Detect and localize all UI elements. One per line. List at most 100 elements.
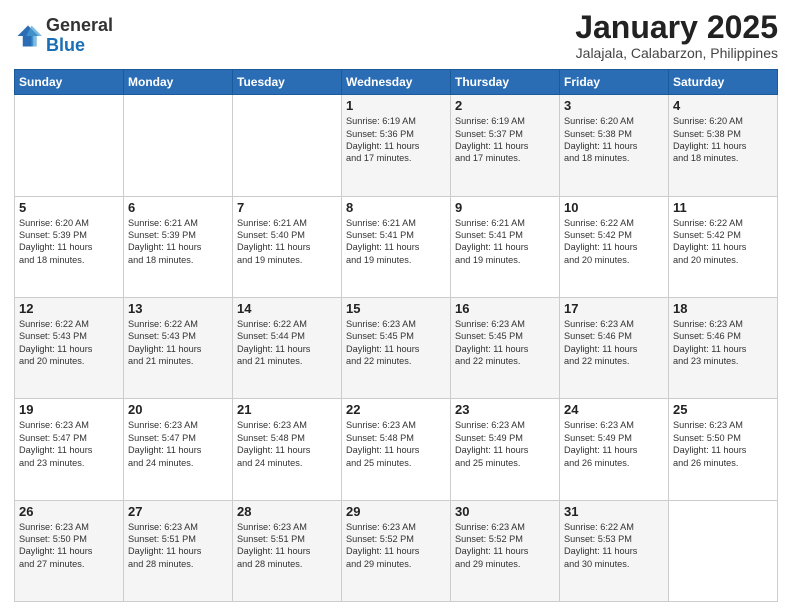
calendar-cell: 26 Sunrise: 6:23 AM Sunset: 5:50 PM Dayli… bbox=[15, 500, 124, 601]
calendar-cell: 6 Sunrise: 6:21 AM Sunset: 5:39 PM Daylig… bbox=[124, 196, 233, 297]
calendar-cell: 15Sunrise: 6:23 AM Sunset: 5:45 PM Dayli… bbox=[342, 297, 451, 398]
day-number: 12 bbox=[19, 301, 119, 316]
day-number: 26 bbox=[19, 504, 119, 519]
cell-text: Sunrise: 6:23 AM Sunset: 5:47 PM Dayligh… bbox=[128, 419, 228, 469]
logo: General Blue bbox=[14, 16, 113, 56]
day-number: 5 bbox=[19, 200, 119, 215]
col-saturday: Saturday bbox=[669, 70, 778, 95]
cell-text: Sunrise: 6:23 AM Sunset: 5:51 PM Dayligh… bbox=[128, 521, 228, 571]
col-wednesday: Wednesday bbox=[342, 70, 451, 95]
calendar-cell: 31 Sunrise: 6:22 AM Sunset: 5:53 PM Dayli… bbox=[560, 500, 669, 601]
day-number: 7 bbox=[237, 200, 337, 215]
cell-text: Sunrise: 6:22 AM Sunset: 5:42 PM Dayligh… bbox=[673, 217, 773, 267]
cell-text: Sunrise: 6:23 AM Sunset: 5:47 PM Dayligh… bbox=[19, 419, 119, 469]
day-number: 30 bbox=[455, 504, 555, 519]
logo-icon bbox=[14, 22, 42, 50]
col-monday: Monday bbox=[124, 70, 233, 95]
day-number: 13 bbox=[128, 301, 228, 316]
cell-text: Sunrise: 6:22 AM Sunset: 5:44 PM Dayligh… bbox=[237, 318, 337, 368]
cell-text: Sunrise: 6:21 AM Sunset: 5:40 PM Dayligh… bbox=[237, 217, 337, 267]
day-number: 29 bbox=[346, 504, 446, 519]
calendar: Sunday Monday Tuesday Wednesday Thursday… bbox=[14, 69, 778, 602]
cell-text: Sunrise: 6:20 AM Sunset: 5:38 PM Dayligh… bbox=[673, 115, 773, 165]
month-title: January 2025 bbox=[575, 10, 778, 45]
day-number: 19 bbox=[19, 402, 119, 417]
day-number: 17 bbox=[564, 301, 664, 316]
col-sunday: Sunday bbox=[15, 70, 124, 95]
day-number: 3 bbox=[564, 98, 664, 113]
calendar-cell: 21Sunrise: 6:23 AM Sunset: 5:48 PM Dayli… bbox=[233, 399, 342, 500]
subtitle: Jalajala, Calabarzon, Philippines bbox=[575, 45, 778, 61]
calendar-cell: 4 Sunrise: 6:20 AM Sunset: 5:38 PM Daylig… bbox=[669, 95, 778, 196]
calendar-cell: 19 Sunrise: 6:23 AM Sunset: 5:47 PM Dayli… bbox=[15, 399, 124, 500]
calendar-cell: 2 Sunrise: 6:19 AM Sunset: 5:37 PM Daylig… bbox=[451, 95, 560, 196]
calendar-cell: 16Sunrise: 6:23 AM Sunset: 5:45 PM Dayli… bbox=[451, 297, 560, 398]
day-number: 22 bbox=[346, 402, 446, 417]
calendar-cell: 22 Sunrise: 6:23 AM Sunset: 5:48 PM Dayli… bbox=[342, 399, 451, 500]
cell-text: Sunrise: 6:19 AM Sunset: 5:37 PM Dayligh… bbox=[455, 115, 555, 165]
day-number: 11 bbox=[673, 200, 773, 215]
cell-text: Sunrise: 6:23 AM Sunset: 5:51 PM Dayligh… bbox=[237, 521, 337, 571]
calendar-cell: 20 Sunrise: 6:23 AM Sunset: 5:47 PM Dayli… bbox=[124, 399, 233, 500]
calendar-cell: 17Sunrise: 6:23 AM Sunset: 5:46 PM Dayli… bbox=[560, 297, 669, 398]
cell-text: Sunrise: 6:21 AM Sunset: 5:41 PM Dayligh… bbox=[346, 217, 446, 267]
calendar-week-3: 12 Sunrise: 6:22 AM Sunset: 5:43 PM Dayli… bbox=[15, 297, 778, 398]
calendar-cell: 23Sunrise: 6:23 AM Sunset: 5:49 PM Dayli… bbox=[451, 399, 560, 500]
calendar-week-5: 26 Sunrise: 6:23 AM Sunset: 5:50 PM Dayli… bbox=[15, 500, 778, 601]
cell-text: Sunrise: 6:22 AM Sunset: 5:53 PM Dayligh… bbox=[564, 521, 664, 571]
cell-text: Sunrise: 6:22 AM Sunset: 5:43 PM Dayligh… bbox=[128, 318, 228, 368]
cell-text: Sunrise: 6:23 AM Sunset: 5:49 PM Dayligh… bbox=[564, 419, 664, 469]
page: General Blue January 2025 Jalajala, Cala… bbox=[0, 0, 792, 612]
day-number: 31 bbox=[564, 504, 664, 519]
calendar-cell: 29 Sunrise: 6:23 AM Sunset: 5:52 PM Dayli… bbox=[342, 500, 451, 601]
day-number: 6 bbox=[128, 200, 228, 215]
day-number: 23 bbox=[455, 402, 555, 417]
day-number: 28 bbox=[237, 504, 337, 519]
calendar-cell: 13 Sunrise: 6:22 AM Sunset: 5:43 PM Dayli… bbox=[124, 297, 233, 398]
day-number: 25 bbox=[673, 402, 773, 417]
cell-text: Sunrise: 6:21 AM Sunset: 5:39 PM Dayligh… bbox=[128, 217, 228, 267]
day-number: 24 bbox=[564, 402, 664, 417]
cell-text: Sunrise: 6:21 AM Sunset: 5:41 PM Dayligh… bbox=[455, 217, 555, 267]
day-number: 20 bbox=[128, 402, 228, 417]
logo-blue-text: Blue bbox=[46, 35, 85, 55]
calendar-cell: 1Sunrise: 6:19 AM Sunset: 5:36 PM Daylig… bbox=[342, 95, 451, 196]
cell-text: Sunrise: 6:20 AM Sunset: 5:38 PM Dayligh… bbox=[564, 115, 664, 165]
day-number: 1 bbox=[346, 98, 446, 113]
calendar-body: 1Sunrise: 6:19 AM Sunset: 5:36 PM Daylig… bbox=[15, 95, 778, 602]
calendar-cell: 30Sunrise: 6:23 AM Sunset: 5:52 PM Dayli… bbox=[451, 500, 560, 601]
col-friday: Friday bbox=[560, 70, 669, 95]
calendar-cell: 14 Sunrise: 6:22 AM Sunset: 5:44 PM Dayli… bbox=[233, 297, 342, 398]
day-number: 16 bbox=[455, 301, 555, 316]
day-number: 4 bbox=[673, 98, 773, 113]
col-tuesday: Tuesday bbox=[233, 70, 342, 95]
cell-text: Sunrise: 6:22 AM Sunset: 5:43 PM Dayligh… bbox=[19, 318, 119, 368]
calendar-cell: 5 Sunrise: 6:20 AM Sunset: 5:39 PM Daylig… bbox=[15, 196, 124, 297]
cell-text: Sunrise: 6:23 AM Sunset: 5:50 PM Dayligh… bbox=[673, 419, 773, 469]
calendar-week-2: 5 Sunrise: 6:20 AM Sunset: 5:39 PM Daylig… bbox=[15, 196, 778, 297]
day-number: 15 bbox=[346, 301, 446, 316]
day-number: 2 bbox=[455, 98, 555, 113]
cell-text: Sunrise: 6:23 AM Sunset: 5:50 PM Dayligh… bbox=[19, 521, 119, 571]
cell-text: Sunrise: 6:23 AM Sunset: 5:52 PM Dayligh… bbox=[346, 521, 446, 571]
calendar-cell: 9 Sunrise: 6:21 AM Sunset: 5:41 PM Daylig… bbox=[451, 196, 560, 297]
cell-text: Sunrise: 6:20 AM Sunset: 5:39 PM Dayligh… bbox=[19, 217, 119, 267]
calendar-cell: 27Sunrise: 6:23 AM Sunset: 5:51 PM Dayli… bbox=[124, 500, 233, 601]
calendar-cell: 12 Sunrise: 6:22 AM Sunset: 5:43 PM Dayli… bbox=[15, 297, 124, 398]
header: General Blue January 2025 Jalajala, Cala… bbox=[14, 10, 778, 61]
day-number: 10 bbox=[564, 200, 664, 215]
calendar-cell bbox=[669, 500, 778, 601]
day-number: 14 bbox=[237, 301, 337, 316]
day-number: 9 bbox=[455, 200, 555, 215]
calendar-cell: 25 Sunrise: 6:23 AM Sunset: 5:50 PM Dayli… bbox=[669, 399, 778, 500]
cell-text: Sunrise: 6:23 AM Sunset: 5:48 PM Dayligh… bbox=[346, 419, 446, 469]
calendar-cell: 10Sunrise: 6:22 AM Sunset: 5:42 PM Dayli… bbox=[560, 196, 669, 297]
calendar-week-4: 19 Sunrise: 6:23 AM Sunset: 5:47 PM Dayli… bbox=[15, 399, 778, 500]
calendar-cell: 28 Sunrise: 6:23 AM Sunset: 5:51 PM Dayli… bbox=[233, 500, 342, 601]
calendar-header-row: Sunday Monday Tuesday Wednesday Thursday… bbox=[15, 70, 778, 95]
cell-text: Sunrise: 6:23 AM Sunset: 5:48 PM Dayligh… bbox=[237, 419, 337, 469]
logo-general-text: General bbox=[46, 15, 113, 35]
day-number: 18 bbox=[673, 301, 773, 316]
calendar-cell: 11 Sunrise: 6:22 AM Sunset: 5:42 PM Dayli… bbox=[669, 196, 778, 297]
calendar-cell: 7 Sunrise: 6:21 AM Sunset: 5:40 PM Daylig… bbox=[233, 196, 342, 297]
